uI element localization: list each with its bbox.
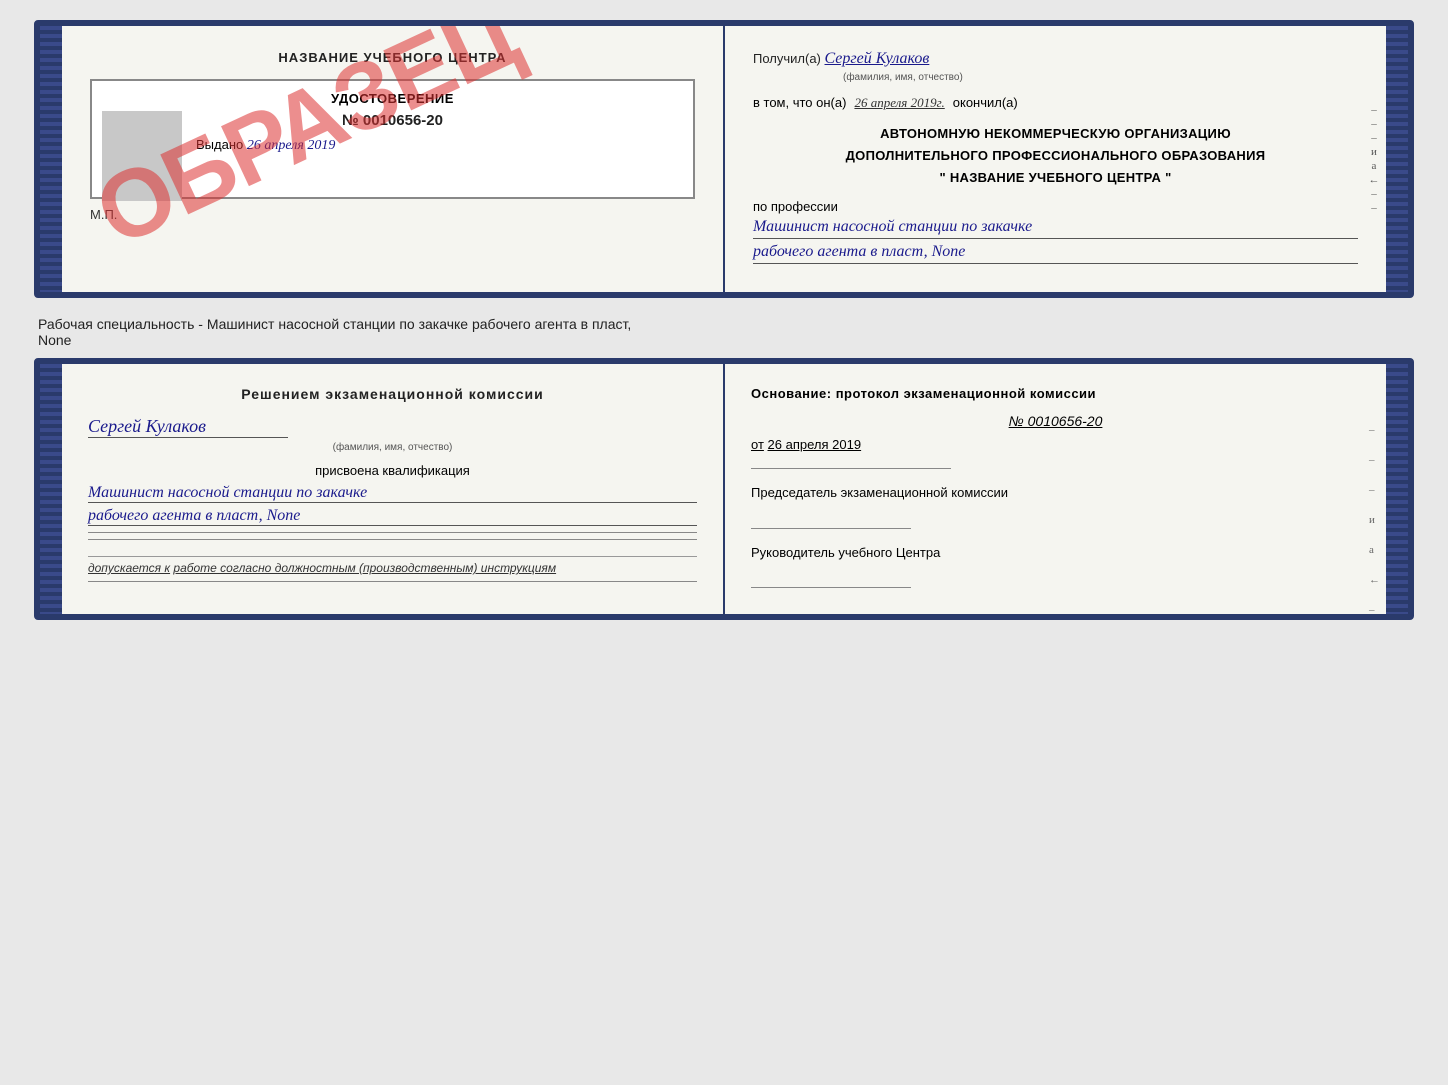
bottom-right-divider xyxy=(751,468,951,469)
protocol-number: № 0010656-20 xyxy=(751,413,1360,429)
org-line3: " НАЗВАНИЕ УЧЕБНОГО ЦЕНТРА " xyxy=(753,167,1358,189)
bottom-right-panel: Основание: протокол экзаменационной коми… xyxy=(725,364,1386,614)
assigned-label: присвоена квалификация xyxy=(88,463,697,478)
profession-line2-top: рабочего агента в пласт, None xyxy=(753,243,1358,264)
separator-line1: Рабочая специальность - Машинист насосно… xyxy=(38,316,1410,332)
bottom-name-hint: (фамилия, имя, отчество) xyxy=(88,442,697,453)
side-marks-bottom: – – – и а ← – – – – xyxy=(1369,424,1380,620)
bottom-name: Сергей Кулаков xyxy=(88,416,288,438)
mp-label: М.П. xyxy=(90,207,695,222)
chairman-signature xyxy=(751,507,911,529)
qualification-line2: рабочего агента в пласт, None xyxy=(88,507,697,526)
cert-header: УДОСТОВЕРЕНИЕ xyxy=(106,91,679,106)
org-line1: АВТОНОМНУЮ НЕКОММЕРЧЕСКУЮ ОРГАНИЗАЦИЮ xyxy=(753,123,1358,145)
underline1 xyxy=(88,532,697,533)
top-document: НАЗВАНИЕ УЧЕБНОГО ЦЕНТРА ОБРАЗЕЦ УДОСТОВ… xyxy=(34,20,1414,298)
director-label: Руководитель учебного Центра xyxy=(751,543,1360,563)
profession-label-top: по профессии xyxy=(753,199,1358,214)
org-block: АВТОНОМНУЮ НЕКОММЕРЧЕСКУЮ ОРГАНИЗАЦИЮ ДО… xyxy=(753,123,1358,189)
allowed-line: допускается к работе согласно должностны… xyxy=(88,556,697,575)
cert-card: УДОСТОВЕРЕНИЕ № 0010656-20 Выдано 26 апр… xyxy=(90,79,695,199)
org-line2: ДОПОЛНИТЕЛЬНОГО ПРОФЕССИОНАЛЬНОГО ОБРАЗО… xyxy=(753,145,1358,167)
separator-line2: None xyxy=(38,332,1410,348)
name-hint-top: (фамилия, имя, отчество) xyxy=(843,72,963,83)
underline3 xyxy=(88,581,697,582)
top-center-title: НАЗВАНИЕ УЧЕБНОГО ЦЕНТРА xyxy=(90,50,695,65)
chairman-label: Председатель экзаменационной комиссии xyxy=(751,483,1360,503)
protocol-date: от 26 апреля 2019 xyxy=(751,437,1360,452)
underline2 xyxy=(88,539,697,540)
received-label: Получил(а) Сергей Кулаков (фамилия, имя,… xyxy=(753,50,1358,83)
top-right-panel: Получил(а) Сергей Кулаков (фамилия, имя,… xyxy=(725,26,1386,292)
qualification-line1: Машинист насосной станции по закачке xyxy=(88,484,697,503)
bottom-document: Решением экзаменационной комиссии Сергей… xyxy=(34,358,1414,620)
top-left-panel: НАЗВАНИЕ УЧЕБНОГО ЦЕНТРА ОБРАЗЕЦ УДОСТОВ… xyxy=(62,26,725,292)
date-line: в том, что он(а) 26 апреля 2019г. окончи… xyxy=(753,95,1358,111)
allowed-value: работе согласно должностным (производств… xyxy=(173,561,556,575)
date-value-bottom: 26 апреля 2019 xyxy=(768,437,862,452)
profession-line1-top: Машинист насосной станции по закачке xyxy=(753,218,1358,239)
issued-label: Выдано xyxy=(196,137,243,152)
decision-title: Решением экзаменационной комиссии xyxy=(88,386,697,402)
bottom-left-panel: Решением экзаменационной комиссии Сергей… xyxy=(62,364,725,614)
photo-placeholder xyxy=(102,111,182,201)
separator-text: Рабочая специальность - Машинист насосно… xyxy=(34,308,1414,348)
issued-date: 26 апреля 2019 xyxy=(247,138,335,153)
cert-issued: Выдано 26 апреля 2019 xyxy=(106,137,679,154)
allowed-label: допускается к xyxy=(88,561,170,575)
cert-number: № 0010656-20 xyxy=(106,112,679,129)
side-marks-top: – – – и а ← – – xyxy=(1368,26,1380,292)
basis-label: Основание: протокол экзаменационной коми… xyxy=(751,386,1360,401)
bottom-person-name: Сергей Кулаков xyxy=(88,416,697,442)
received-name: Сергей Кулаков xyxy=(825,50,930,67)
date-value-top: 26 апреля 2019г. xyxy=(854,95,944,111)
director-signature xyxy=(751,566,911,588)
